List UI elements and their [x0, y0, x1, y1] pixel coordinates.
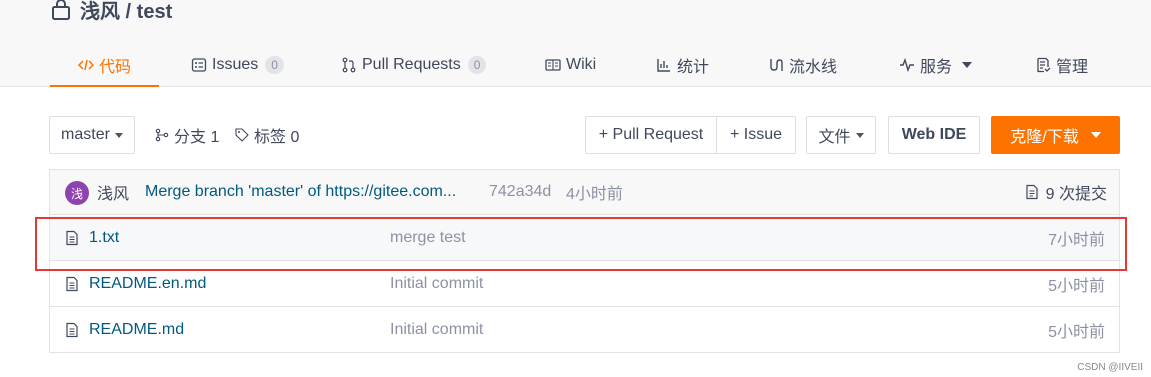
tab-label: 流水线	[789, 58, 838, 76]
avatar[interactable]: 浅	[65, 181, 89, 205]
branches-link[interactable]: 分支 1	[155, 116, 219, 154]
file-row[interactable]: README.md Initial commit 5小时前	[50, 307, 1119, 352]
repo-tabs: 代码 Issues 0 Pull Requests 0 Wiki 统计 流水线 …	[0, 42, 1151, 87]
commit-count-link[interactable]: 9 次提交	[1024, 180, 1107, 204]
tab-label: Wiki	[566, 55, 597, 73]
file-row[interactable]: README.en.md Initial commit 5小时前	[50, 262, 1119, 307]
chevron-down-icon	[114, 132, 123, 138]
file-menu-button[interactable]: 文件	[806, 116, 876, 154]
chevron-down-icon	[1090, 132, 1101, 138]
file-commit-message[interactable]: Initial commit	[390, 321, 483, 339]
tab-label: Issues	[212, 55, 259, 73]
chevron-down-icon	[962, 61, 973, 68]
repo-title-text[interactable]: 浅风 / test	[80, 0, 172, 24]
code-icon	[78, 59, 94, 70]
branch-icon	[155, 128, 169, 142]
new-pull-request-button[interactable]: + Pull Request	[585, 116, 717, 154]
tags-link[interactable]: 标签 0	[235, 116, 299, 154]
stats-icon	[657, 58, 670, 72]
document-icon	[1026, 184, 1038, 200]
tab-wiki[interactable]: Wiki	[545, 42, 596, 87]
file-icon	[66, 230, 78, 246]
new-issue-label: + Issue	[729, 126, 783, 143]
tab-label: 服务	[920, 58, 953, 76]
new-pull-request-label: + Pull Request	[598, 126, 704, 143]
repo-header: 浅风 / test 代码 Issues 0 Pull Requests 0 Wi…	[0, 0, 1151, 87]
file-commit-message[interactable]: Initial commit	[390, 275, 483, 293]
commit-count-label: 9 次提交	[1045, 186, 1107, 203]
tab-stats[interactable]: 统计	[656, 42, 709, 87]
repo-title: 浅风 / test	[50, 0, 172, 24]
tags-label: 标签 0	[254, 129, 300, 146]
commit-sha[interactable]: 742a34d	[489, 183, 551, 201]
service-icon	[900, 57, 914, 72]
commit-author[interactable]: 浅风	[97, 180, 129, 204]
branch-label: master	[61, 126, 110, 143]
clone-download-button[interactable]: 克隆/下载	[991, 116, 1120, 154]
file-name-link[interactable]: README.en.md	[89, 275, 206, 293]
tab-label: 统计	[677, 58, 710, 76]
tab-pipeline[interactable]: 流水线	[768, 42, 837, 87]
tab-issues[interactable]: Issues 0	[191, 42, 284, 87]
issues-icon	[191, 57, 207, 72]
pr-count-badge: 0	[467, 55, 487, 74]
pull-request-icon	[342, 57, 356, 72]
tab-label: 代码	[99, 58, 132, 76]
file-commit-time: 5小时前	[1048, 323, 1105, 341]
file-row[interactable]: 1.txt merge test 7小时前	[50, 216, 1119, 261]
new-issue-button[interactable]: + Issue	[716, 116, 796, 154]
branches-label: 分支 1	[174, 129, 220, 146]
file-commit-time: 7小时前	[1048, 232, 1105, 249]
watermark: CSDN @IIVEII	[1077, 362, 1143, 373]
file-commit-message[interactable]: merge test	[390, 229, 466, 247]
tag-icon	[235, 128, 249, 142]
file-icon	[66, 276, 78, 292]
tab-service[interactable]: 服务	[899, 42, 973, 87]
file-name-link[interactable]: README.md	[89, 321, 184, 339]
clone-download-label: 克隆/下载	[1010, 129, 1079, 146]
branch-select[interactable]: master	[49, 116, 135, 154]
latest-commit-row: 浅 浅风 Merge branch 'master' of https://gi…	[50, 170, 1119, 215]
chevron-down-icon	[855, 132, 864, 138]
issues-count-badge: 0	[265, 55, 284, 74]
tab-code[interactable]: 代码	[49, 42, 160, 87]
file-menu-label: 文件	[818, 129, 851, 146]
tab-label: 管理	[1056, 58, 1089, 76]
tab-pull-requests[interactable]: Pull Requests 0	[341, 42, 487, 87]
wiki-icon	[545, 58, 561, 71]
commit-message-link[interactable]: Merge branch 'master' of https://gitee.c…	[145, 183, 456, 201]
web-ide-button[interactable]: Web IDE	[888, 116, 980, 154]
file-commit-time: 5小时前	[1048, 278, 1105, 295]
file-name-link[interactable]: 1.txt	[89, 229, 119, 247]
tab-label: Pull Requests	[362, 55, 461, 73]
pipeline-icon	[770, 58, 783, 71]
tab-manage[interactable]: 管理	[1035, 42, 1088, 87]
file-list: 浅 浅风 Merge branch 'master' of https://gi…	[49, 169, 1120, 353]
commit-time: 4小时前	[566, 186, 623, 203]
manage-icon	[1037, 57, 1051, 72]
lock-icon	[52, 0, 70, 20]
file-icon	[66, 322, 78, 337]
web-ide-label: Web IDE	[901, 126, 967, 143]
